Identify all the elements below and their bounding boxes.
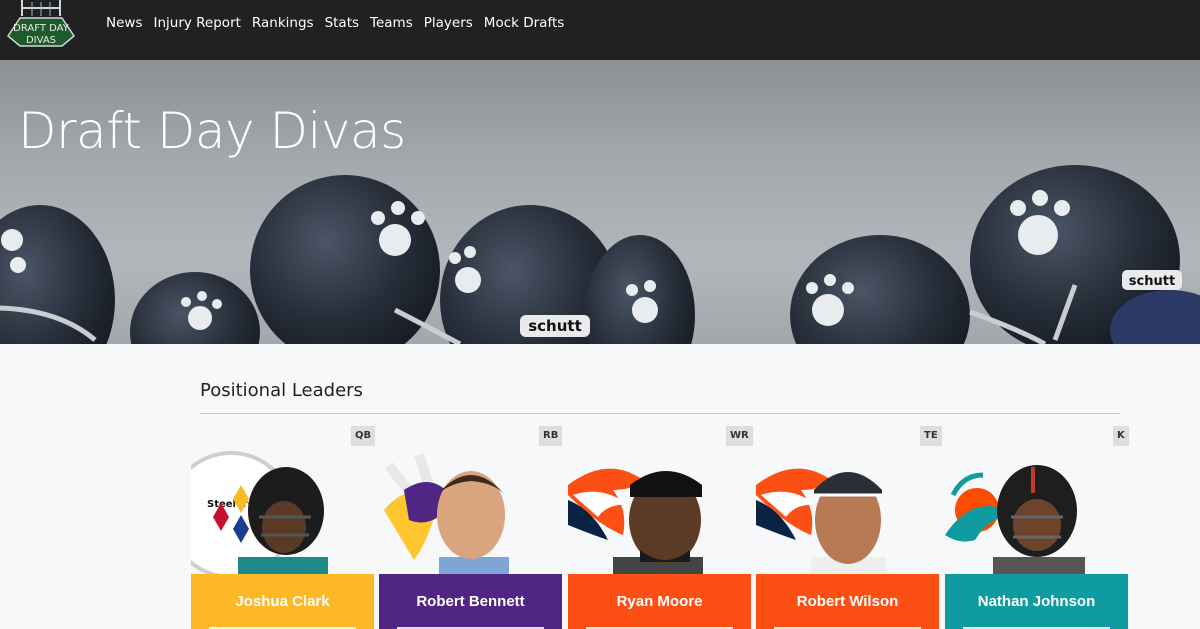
player-name-button[interactable]: Robert Bennett (379, 574, 562, 629)
nav-links: News Injury Report Rankings Stats Teams … (106, 15, 575, 31)
leader-card-wr[interactable]: WR Ryan Moore (568, 425, 753, 629)
leader-card-qb[interactable]: QB Steelers Joshua Clark (191, 425, 376, 629)
player-portrait: Steelers (191, 451, 328, 574)
nav-link-injury-report[interactable]: Injury Report (153, 15, 240, 31)
nav-link-rankings[interactable]: Rankings (252, 15, 314, 31)
section-divider (200, 413, 1120, 414)
section-title: Positional Leaders (200, 380, 363, 401)
top-navbar: DRAFT DAY DIVAS News Injury Report Ranki… (0, 0, 1200, 60)
nav-link-players[interactable]: Players (424, 15, 473, 31)
position-badge: K (1113, 426, 1129, 446)
nav-link-news[interactable]: News (106, 15, 142, 31)
position-badge: RB (539, 426, 563, 446)
player-name: Robert Bennett (416, 593, 525, 610)
nav-link-teams[interactable]: Teams (370, 15, 413, 31)
player-portrait (384, 453, 509, 574)
nav-link-mock-drafts[interactable]: Mock Drafts (484, 15, 565, 31)
nav-link-stats[interactable]: Stats (325, 15, 359, 31)
leader-card-rb[interactable]: RB Robert Bennett (379, 425, 563, 629)
hero-title: Draft Day Divas (18, 102, 406, 160)
position-badge: QB (351, 426, 376, 446)
helmet-brand-text-right: schutt (1129, 274, 1175, 289)
player-name-button[interactable]: Nathan Johnson (945, 574, 1128, 629)
player-portrait (568, 468, 703, 574)
position-badge: WR (726, 426, 753, 446)
player-portrait (945, 465, 1085, 574)
logo-text-top: DRAFT DAY (13, 23, 70, 34)
logo-text-bottom: DIVAS (26, 35, 56, 46)
leader-card-k[interactable]: K Nathan Johnson (945, 425, 1129, 629)
player-name: Joshua Clark (235, 593, 330, 610)
player-name: Nathan Johnson (977, 593, 1096, 610)
position-badge: TE (920, 426, 942, 446)
site-logo[interactable]: DRAFT DAY DIVAS (2, 0, 80, 50)
player-name: Ryan Moore (616, 593, 703, 610)
player-name: Robert Wilson (796, 593, 899, 610)
hero-banner: schutt schutt Draft Day Divas (0, 60, 1200, 344)
leader-card-te[interactable]: TE Robert Wilson (756, 425, 942, 629)
player-name-button[interactable]: Joshua Clark (191, 574, 374, 629)
player-name-button[interactable]: Ryan Moore (568, 574, 751, 629)
helmet-brand-text: schutt (528, 317, 582, 335)
player-name-button[interactable]: Robert Wilson (756, 574, 939, 629)
player-portrait (756, 468, 886, 574)
